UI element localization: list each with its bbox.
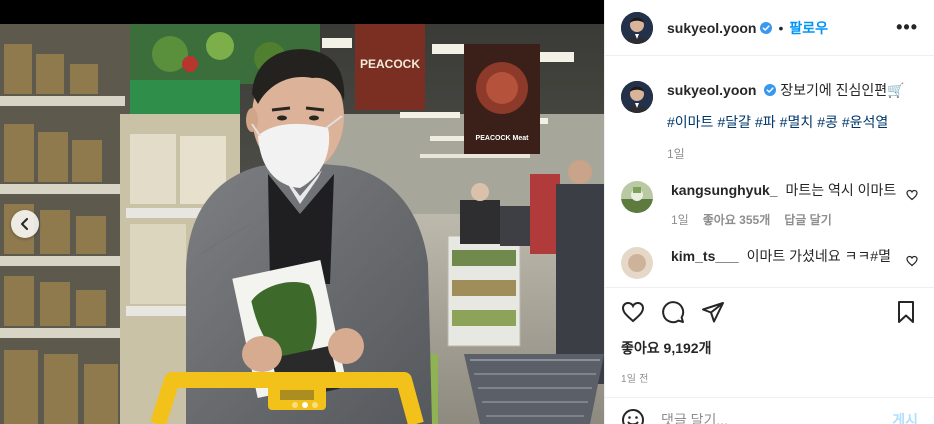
avatar-image (621, 181, 653, 213)
store-sign-text: PEACOCK (360, 57, 420, 71)
commenter-avatar[interactable] (621, 247, 653, 279)
post-timestamp: 1일 전 (621, 374, 649, 385)
author-username[interactable]: sukyeol.yoon (667, 20, 756, 36)
heart-icon (906, 189, 918, 201)
smiley-icon (622, 408, 644, 424)
like-button[interactable] (621, 300, 645, 324)
speech-bubble-icon (662, 301, 685, 324)
reply-button[interactable]: 답글 달기 (784, 211, 832, 229)
verified-badge-icon (760, 21, 773, 34)
chevron-left-icon (21, 218, 28, 230)
caption-text: 장보기에 진심인편🛒 (780, 82, 905, 98)
post-media: PEACOCK PEACOCK Meat (0, 0, 604, 424)
comment-likes[interactable]: 좋아요 355개 (703, 211, 771, 229)
likes-count[interactable]: 좋아요 9,192개 (621, 338, 918, 358)
comment-text: 이마트 가셨네요 ㅋㅋ#멸 (746, 248, 891, 264)
action-icons (621, 300, 918, 324)
comment-button[interactable] (661, 300, 685, 324)
hashtag-link[interactable]: #콩 (817, 114, 838, 130)
hashtag-link[interactable]: #멸치 (780, 114, 814, 130)
comment-time: 1일 (671, 213, 689, 227)
follow-button[interactable]: 팔로우 (789, 18, 828, 38)
post-actions: 좋아요 9,192개 1일 전 게시 (605, 287, 934, 424)
comment-body: kangsunghyuk_ 마트는 역시 이마트 1일 좋아요 355개 답글 … (671, 181, 918, 229)
comment-body: kim_ts___ 이마트 가셨네요 ㅋㅋ#멸 (671, 247, 918, 279)
add-comment-bar: 게시 (605, 397, 934, 424)
comment-item: kangsunghyuk_ 마트는 역시 이마트 1일 좋아요 355개 답글 … (621, 181, 918, 229)
comment-input[interactable] (661, 411, 893, 424)
caption-author-avatar[interactable] (621, 81, 653, 113)
caption-hashtags: #이마트 #달걀 #파 #멸치 #콩 #윤석열 (667, 113, 918, 131)
verified-badge-icon (764, 84, 777, 96)
commenter-avatar[interactable] (621, 181, 653, 213)
comments-list[interactable]: sukyeol.yoon 장보기에 진심인편🛒 #이마트 #달걀 #파 #멸치 #콩 #윤… (605, 57, 934, 287)
slide-dot (312, 402, 318, 408)
caption-time: 1일 (667, 147, 685, 161)
caption-username[interactable]: sukyeol.yoon (667, 82, 756, 98)
post-header: sukyeol.yoon • 팔로우 ••• (605, 0, 934, 56)
comment-like-button[interactable] (906, 189, 918, 204)
emoji-button[interactable] (621, 408, 645, 424)
hashtag-link[interactable]: #달걀 (717, 114, 751, 130)
slide-indicator (292, 402, 318, 408)
post-photo: PEACOCK PEACOCK Meat (0, 24, 604, 424)
post-side-panel: sukyeol.yoon • 팔로우 ••• sukyeol.yoon 장보기에… (604, 0, 934, 424)
header-separator: • (778, 19, 784, 36)
hashtag-link[interactable]: #이마트 (667, 114, 713, 130)
post-comment-button[interactable]: 게시 (892, 410, 918, 424)
avatar-image (621, 11, 653, 44)
slide-dot-active (302, 402, 308, 408)
comment-like-button[interactable] (906, 255, 918, 270)
comment-meta: 1일 좋아요 355개 답글 달기 (671, 211, 918, 229)
paper-plane-icon (702, 302, 724, 323)
heart-icon (906, 255, 918, 267)
poster-text: PEACOCK Meat (476, 135, 530, 142)
avatar-image (621, 81, 653, 113)
author-avatar[interactable] (621, 11, 653, 44)
commenter-username[interactable]: kim_ts___ (671, 248, 739, 264)
share-button[interactable] (701, 300, 725, 324)
avatar-image (621, 247, 653, 279)
caption-body: sukyeol.yoon 장보기에 진심인편🛒 #이마트 #달걀 #파 #멸치 #콩 #윤… (667, 81, 918, 163)
save-button[interactable] (894, 300, 918, 324)
bookmark-icon (898, 301, 914, 323)
slide-dot (292, 402, 298, 408)
hashtag-link[interactable]: #파 (755, 114, 776, 130)
commenter-username[interactable]: kangsunghyuk_ (671, 182, 778, 198)
more-options-button[interactable]: ••• (896, 17, 918, 38)
caption: sukyeol.yoon 장보기에 진심인편🛒 #이마트 #달걀 #파 #멸치 #콩 #윤… (621, 81, 918, 163)
comment-text: 마트는 역시 이마트 (785, 182, 897, 198)
hashtag-link[interactable]: #윤석열 (842, 114, 888, 130)
comment-item: kim_ts___ 이마트 가셨네요 ㅋㅋ#멸 (621, 247, 918, 279)
previous-slide-button[interactable] (11, 210, 39, 238)
heart-icon (621, 301, 645, 323)
